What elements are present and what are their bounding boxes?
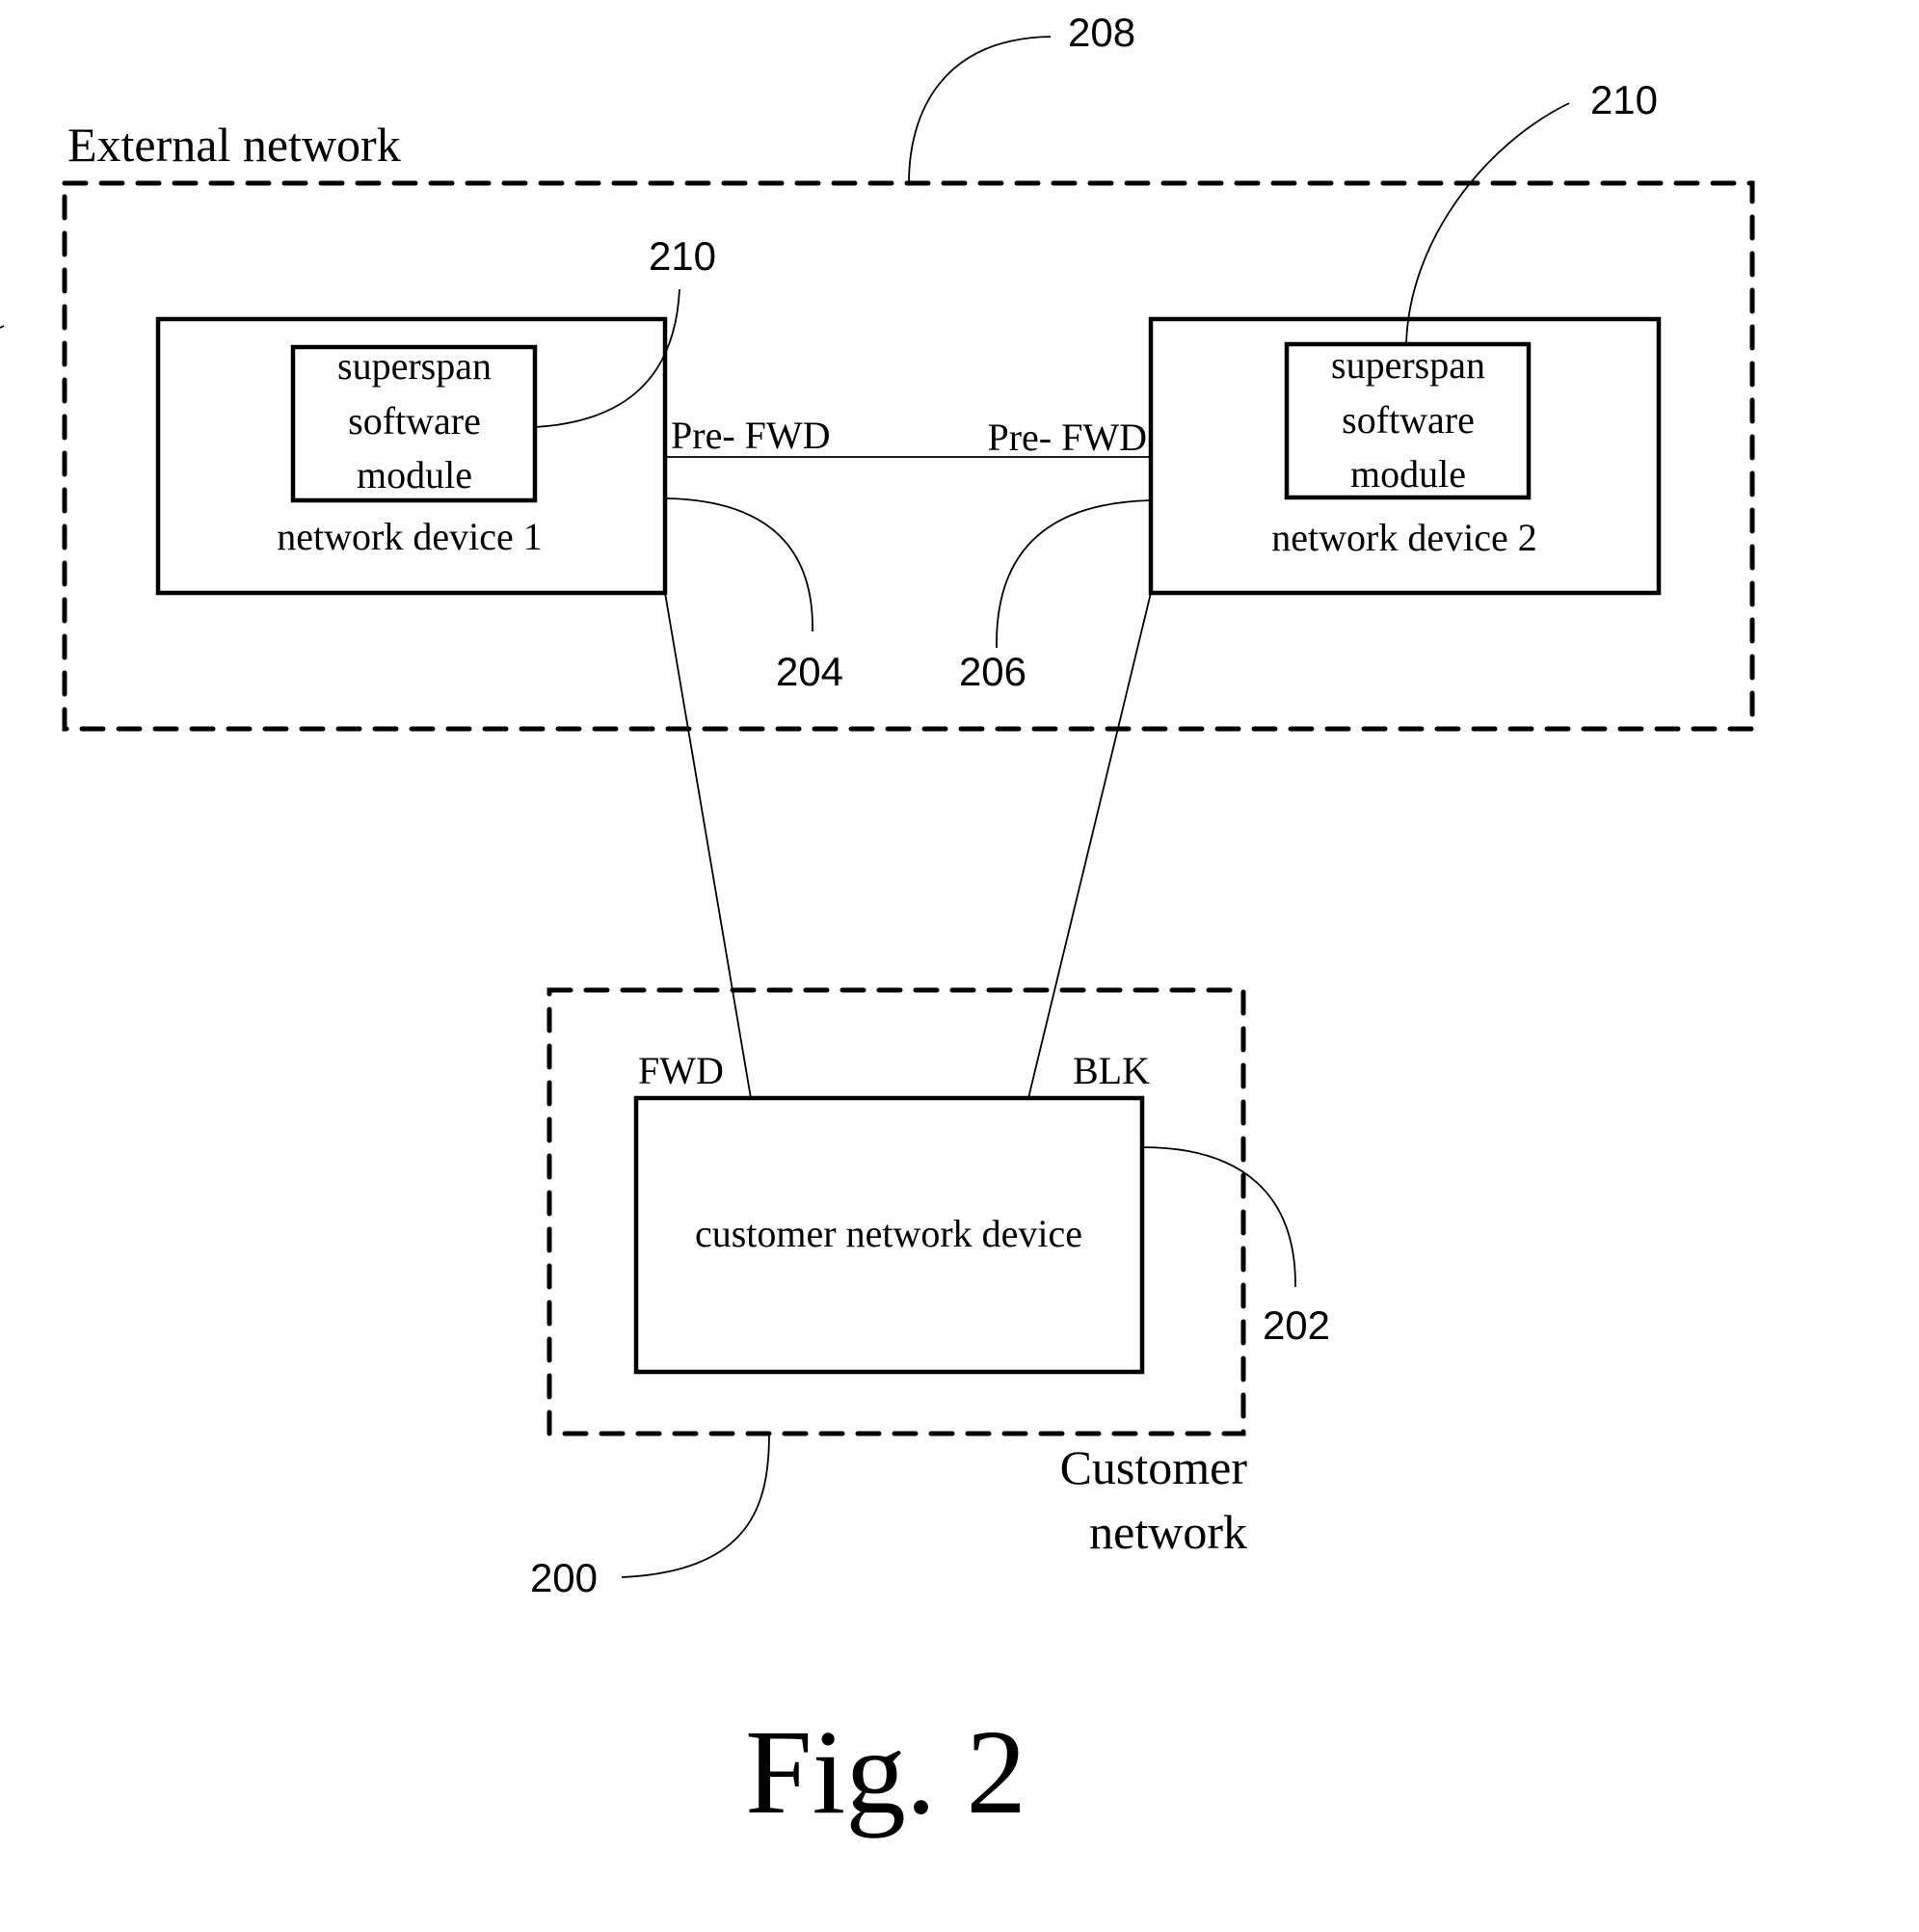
superspan-module-1-ref-leader (534, 288, 680, 428)
stray-mark (0, 325, 5, 329)
superspan-module-2-line-1: superspan (1331, 343, 1485, 387)
customer-port-fwd-label: FWD (638, 1049, 724, 1092)
network-device-1-label: network device 1 (277, 515, 542, 558)
customer-network-ref-number: 200 (530, 1555, 598, 1600)
external-network-ref-leader (908, 36, 1052, 184)
network-device-1: superspan software module network device… (155, 233, 716, 596)
uplink-device-1-to-customer (664, 592, 752, 1099)
external-network-label: External network (67, 118, 401, 172)
customer-device-ref-number: 202 (1263, 1302, 1330, 1348)
superspan-module-2-line-2: software (1342, 398, 1475, 442)
network-device-2-label: network device 2 (1271, 516, 1536, 559)
link-206-ref-leader (996, 499, 1152, 649)
uplink-device-2-to-customer (1027, 592, 1152, 1099)
link-206-ref-number: 206 (959, 649, 1026, 694)
customer-device-ref-leader (1141, 1146, 1296, 1288)
link-204-ref-leader (664, 497, 813, 632)
customer-network-group: customer network device FWD BLK 202 Cust… (530, 987, 1330, 1600)
network-device-2: superspan software module network device… (1148, 77, 1662, 596)
superspan-module-2-ref-leader (1405, 102, 1570, 345)
customer-network-device-label: customer network device (695, 1212, 1082, 1255)
customer-network-ref-leader (621, 1433, 770, 1578)
external-network-group: External network 208 (62, 10, 1755, 732)
customer-port-blk-label: BLK (1073, 1049, 1150, 1092)
superspan-module-1-line-2: software (348, 399, 481, 443)
patent-figure-diagram: External network 208 superspan software … (0, 10, 1755, 1839)
link-204-ref-number: 204 (776, 649, 843, 694)
device-2-port-label: Pre- FWD (987, 416, 1147, 459)
customer-network-label-line-2: network (1089, 1505, 1247, 1559)
superspan-module-2-line-3: module (1350, 452, 1466, 496)
external-network-boundary (62, 180, 1755, 732)
superspan-module-2-ref-number: 210 (1590, 77, 1658, 122)
superspan-module-1-ref-number: 210 (649, 233, 716, 279)
superspan-module-1-line-1: superspan (337, 344, 492, 388)
external-network-ref-number: 208 (1068, 10, 1135, 55)
superspan-module-1-line-3: module (357, 453, 472, 496)
customer-network-label-line-1: Customer (1060, 1440, 1248, 1494)
device-1-port-label: Pre- FWD (671, 414, 831, 457)
figure-caption: Fig. 2 (745, 1706, 1026, 1839)
inter-device-link: Pre- FWD Pre- FWD (665, 414, 1151, 459)
